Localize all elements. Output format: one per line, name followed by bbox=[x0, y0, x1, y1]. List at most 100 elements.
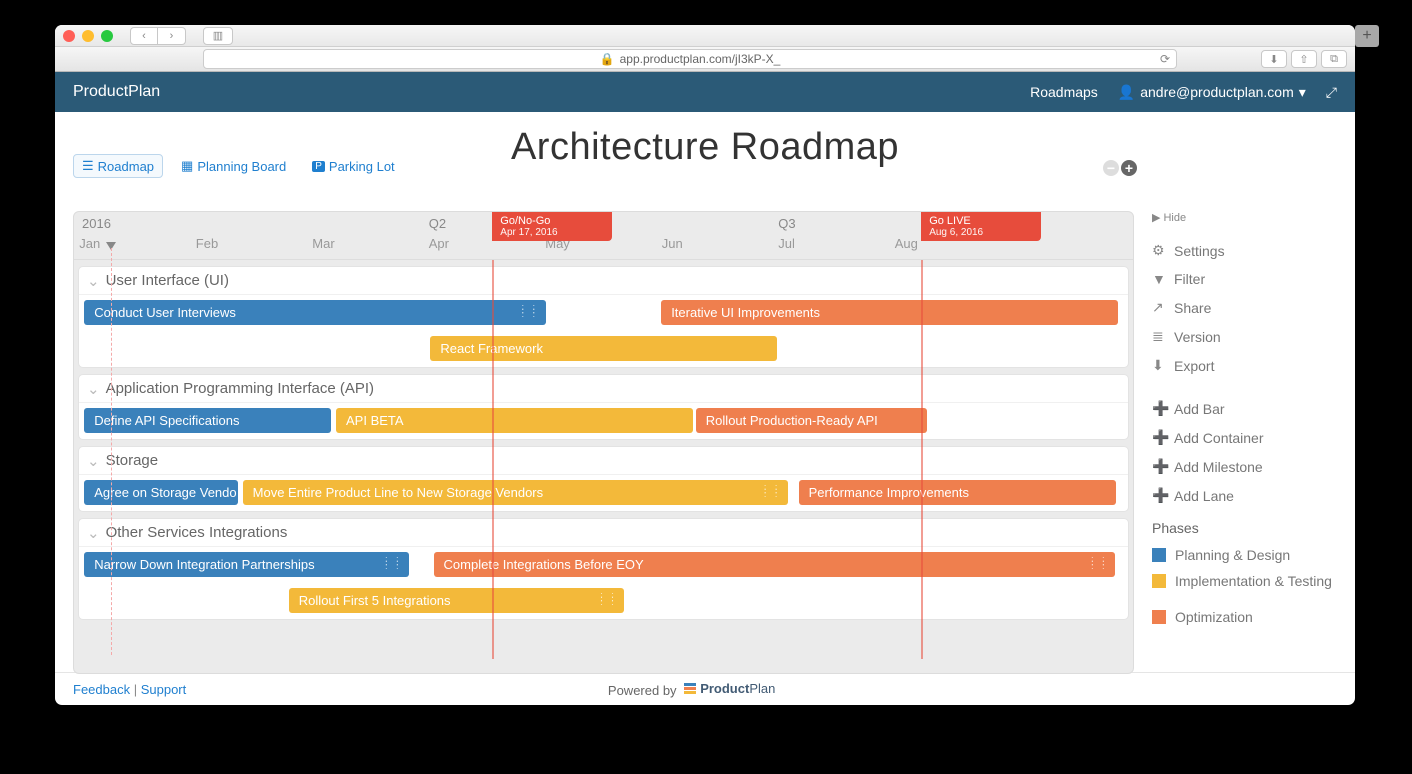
powered-by: Powered by ProductPlan bbox=[186, 681, 1197, 698]
chevron-down-icon: ⌄ bbox=[87, 452, 100, 470]
bar-label: Iterative UI Improvements bbox=[671, 305, 820, 320]
lane-title: Other Services Integrations bbox=[106, 524, 288, 541]
tab-roadmap[interactable]: ☰ Roadmap bbox=[73, 154, 163, 178]
roadmap-bar[interactable]: API BETA bbox=[336, 408, 693, 433]
sidebar-filter[interactable]: ▼Filter bbox=[1152, 265, 1337, 293]
lane-title: User Interface (UI) bbox=[106, 272, 229, 289]
today-line bbox=[111, 248, 112, 655]
hide-sidebar-button[interactable]: ▶ Hide bbox=[1152, 211, 1337, 224]
grip-icon: ⋮⋮⋮⋮ bbox=[760, 488, 782, 496]
lane-header[interactable]: ⌄ Storage bbox=[79, 447, 1128, 475]
roadmap-bar[interactable]: Move Entire Product Line to New Storage … bbox=[243, 480, 788, 505]
feedback-link[interactable]: Feedback bbox=[73, 682, 130, 697]
lane-title: Storage bbox=[106, 452, 159, 469]
tabs-button[interactable]: ⧉ bbox=[1321, 50, 1347, 68]
tab-parking-lot[interactable]: P Parking Lot bbox=[304, 156, 402, 177]
user-menu[interactable]: 👤 andre@productplan.com ▾ bbox=[1118, 84, 1306, 101]
parking-icon: P bbox=[312, 161, 325, 172]
zoom-in-button[interactable]: + bbox=[1121, 160, 1137, 176]
back-button[interactable]: ‹ bbox=[130, 27, 158, 45]
url-text: app.productplan.com/jI3kP-X_ bbox=[620, 52, 781, 66]
app-brand[interactable]: ProductPlan bbox=[73, 83, 160, 101]
minimize-window-button[interactable] bbox=[82, 30, 94, 42]
fullscreen-icon[interactable]: ⤢ bbox=[1326, 84, 1337, 101]
zoom-window-button[interactable] bbox=[101, 30, 113, 42]
new-tab-button[interactable]: + bbox=[1355, 25, 1379, 47]
roadmap-bar[interactable]: Rollout Production-Ready API bbox=[696, 408, 927, 433]
legend-item[interactable]: Optimization bbox=[1152, 604, 1337, 630]
legend-label: Implementation & Testing bbox=[1175, 573, 1332, 589]
lane: ⌄ Other Services Integrations Narrow Down … bbox=[78, 518, 1129, 620]
view-tabs: ☰ Roadmap ▦ Planning Board P Parking Lot bbox=[73, 154, 403, 178]
tab-planning-board[interactable]: ▦ Planning Board bbox=[173, 155, 294, 177]
milestone-flag[interactable]: Go/No-GoApr 17, 2016 bbox=[492, 212, 612, 241]
roadmap-bar[interactable]: Iterative UI Improvements bbox=[661, 300, 1117, 325]
nav-roadmaps-link[interactable]: Roadmaps bbox=[1030, 84, 1098, 100]
gear-icon: ⚙ bbox=[1152, 242, 1166, 259]
timeline-month: Jan bbox=[79, 236, 100, 251]
roadmap-bar[interactable]: Conduct User Interviews⋮⋮⋮⋮ bbox=[84, 300, 546, 325]
roadmap-bar[interactable]: Complete Integrations Before EOY⋮⋮⋮⋮ bbox=[434, 552, 1116, 577]
user-icon: 👤 bbox=[1118, 84, 1135, 101]
roadmap-bar[interactable]: Narrow Down Integration Partnerships⋮⋮⋮⋮ bbox=[84, 552, 409, 577]
lane-header[interactable]: ⌄ Other Services Integrations bbox=[79, 519, 1128, 547]
roadmap-bar[interactable]: Define API Specifications bbox=[84, 408, 331, 433]
bar-label: Performance Improvements bbox=[809, 485, 969, 500]
roadmap-panel: 2016Q2Q3JanFebMarAprMayJunJulAug ⌄User I… bbox=[73, 211, 1134, 674]
sidebar-version[interactable]: ≣Version bbox=[1152, 322, 1337, 351]
address-bar[interactable]: 🔒 app.productplan.com/jI3kP-X_ ⟳ bbox=[203, 49, 1177, 69]
lock-icon: 🔒 bbox=[600, 52, 615, 66]
app-header: ProductPlan Roadmaps 👤 andre@productplan… bbox=[55, 72, 1355, 112]
timeline-month: Jun bbox=[662, 236, 683, 251]
sidebar-add-lane[interactable]: ➕Add Lane bbox=[1152, 481, 1337, 510]
share-button[interactable]: ⇧ bbox=[1291, 50, 1317, 68]
legend-item[interactable] bbox=[1152, 594, 1337, 604]
grip-icon: ⋮⋮⋮⋮ bbox=[596, 596, 618, 604]
roadmap-bar[interactable]: Rollout First 5 Integrations⋮⋮⋮⋮ bbox=[289, 588, 625, 613]
lane-body: Conduct User Interviews⋮⋮⋮⋮ Iterative UI … bbox=[79, 295, 1128, 367]
user-email: andre@productplan.com bbox=[1140, 84, 1294, 100]
zoom-out-button[interactable]: − bbox=[1103, 160, 1119, 176]
roadmap-bar[interactable]: Agree on Storage Vendo bbox=[84, 480, 238, 505]
legend-label: Planning & Design bbox=[1175, 547, 1290, 563]
close-window-button[interactable] bbox=[63, 30, 75, 42]
filter-icon: ▼ bbox=[1152, 271, 1166, 287]
refresh-icon[interactable]: ⟳ bbox=[1160, 52, 1170, 66]
sidebar-add-milestone[interactable]: ➕Add Milestone bbox=[1152, 452, 1337, 481]
version-icon: ≣ bbox=[1152, 328, 1166, 345]
timeline-month: Mar bbox=[312, 236, 334, 251]
roadmap-bar[interactable]: Performance Improvements bbox=[799, 480, 1117, 505]
lane: ⌄ Storage Agree on Storage Vendo Move Entir… bbox=[78, 446, 1129, 512]
lane-body: Narrow Down Integration Partnerships⋮⋮⋮⋮… bbox=[79, 547, 1128, 619]
chevron-down-icon: ⌄ bbox=[87, 380, 100, 398]
lane-row: Define API Specifications API BETARollout… bbox=[79, 403, 1128, 439]
milestone-line bbox=[921, 260, 923, 659]
milestone-flag[interactable]: Go LIVEAug 6, 2016 bbox=[921, 212, 1041, 241]
plus-icon: ➕ bbox=[1152, 458, 1166, 475]
support-link[interactable]: Support bbox=[141, 682, 187, 697]
content-area: Architecture Roadmap ☰ Roadmap ▦ Plannin… bbox=[55, 112, 1355, 672]
lane-header[interactable]: ⌄Application Programming Interface (API) bbox=[79, 375, 1128, 403]
window-titlebar: ‹ › ▥ bbox=[55, 25, 1355, 47]
bar-label: Complete Integrations Before EOY bbox=[444, 557, 644, 572]
bar-label: Define API Specifications bbox=[94, 413, 239, 428]
sidebar-toggle-button[interactable]: ▥ bbox=[203, 27, 233, 45]
downloads-button[interactable]: ⬇ bbox=[1261, 50, 1287, 68]
sidebar-add-container[interactable]: ➕Add Container bbox=[1152, 423, 1337, 452]
nav-back-forward: ‹ › bbox=[130, 27, 186, 45]
lane-header[interactable]: ⌄User Interface (UI) bbox=[79, 267, 1128, 295]
lane-row: React Framework bbox=[79, 331, 1128, 367]
sidebar-share[interactable]: ↗Share bbox=[1152, 293, 1337, 322]
legend-item[interactable]: Planning & Design bbox=[1152, 542, 1337, 568]
forward-button[interactable]: › bbox=[158, 27, 186, 45]
timeline-quarter: Q2 bbox=[429, 216, 446, 231]
roadmap-bar[interactable]: React Framework bbox=[430, 336, 776, 361]
bar-label: Move Entire Product Line to New Storage … bbox=[253, 485, 544, 500]
legend-item[interactable]: Implementation & Testing bbox=[1152, 568, 1337, 594]
sidebar-export[interactable]: ⬇Export bbox=[1152, 351, 1337, 380]
timeline-quarter: Q3 bbox=[778, 216, 795, 231]
sidebar-add-bar[interactable]: ➕Add Bar bbox=[1152, 394, 1337, 423]
sidebar-settings[interactable]: ⚙Settings bbox=[1152, 236, 1337, 265]
chevron-down-icon: ⌄ bbox=[87, 524, 100, 542]
timeline-month: Aug bbox=[895, 236, 918, 251]
